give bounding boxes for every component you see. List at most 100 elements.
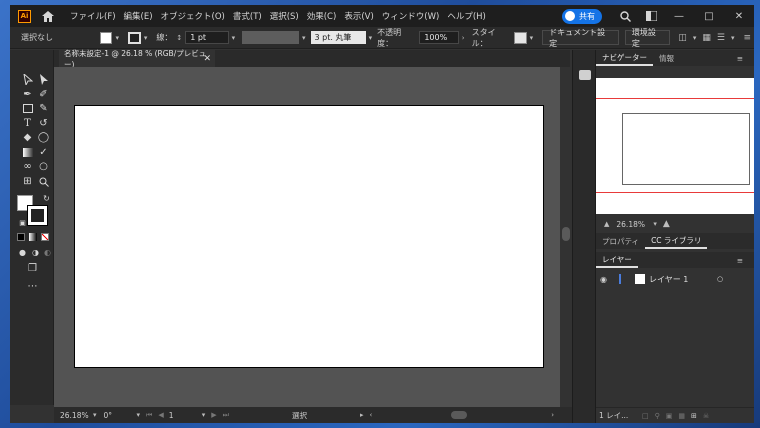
opacity-field[interactable]: 100% [419,31,459,44]
blend-tool-icon[interactable]: ∞ [21,160,34,173]
chevron-down-icon[interactable]: ▾ [144,34,148,42]
menu-help[interactable]: ヘルプ(H) [443,10,490,22]
more-tools-icon[interactable]: ⋯ [26,280,39,293]
screen-mode-icon[interactable]: ❐ [26,262,39,275]
status-menu-icon[interactable]: ▸ [360,411,364,419]
fill-swatch[interactable] [99,31,113,44]
menu-object[interactable]: オブジェクト(O) [157,10,229,22]
new-sublayer-icon[interactable]: ▦ [678,412,685,420]
canvas[interactable] [54,67,570,407]
last-artboard-icon[interactable]: ⏭ [223,411,229,420]
chevron-down-icon[interactable]: ▾ [530,34,534,42]
maximize-icon[interactable]: □ [694,11,724,22]
menu-window[interactable]: ウィンドウ(W) [378,10,444,22]
chevron-down-icon[interactable]: ▾ [302,34,306,42]
document-tab[interactable]: 名称未設定-1 @ 26.18 % (RGB/プレビュー) ✕ [59,49,215,69]
eyedropper-tool-icon[interactable]: ✓ [37,146,50,159]
workspace-icon[interactable] [644,9,658,23]
menu-effect[interactable]: 効果(C) [303,10,341,22]
zoom-out-icon[interactable]: ▲ [604,220,609,228]
tab-cc-libraries[interactable]: CC ライブラリ [645,233,708,249]
curvature-tool-icon[interactable]: ✐ [37,88,50,101]
navigator-zoom-value[interactable]: 26.18% [616,220,650,229]
prev-artboard-icon[interactable]: ◀ [158,411,163,419]
panel-menu-icon[interactable]: ≡ [731,54,749,63]
variable-width-profile[interactable] [242,31,299,44]
close-tab-icon[interactable]: ✕ [203,54,211,64]
preferences-button[interactable]: 環境設定 [624,28,671,48]
gradient-mode-icon[interactable] [29,233,37,241]
scroll-left-icon[interactable]: ‹ [369,411,372,419]
first-artboard-icon[interactable]: ⏮ [146,411,152,420]
chevron-right-icon[interactable]: › [462,34,465,42]
comments-icon[interactable] [579,70,591,80]
chevron-down-icon[interactable]: ▾ [137,411,141,419]
arrange-icon[interactable]: ☰ [717,33,725,43]
artboard-tool-icon[interactable]: ⊞ [21,175,34,188]
selection-tool-icon[interactable] [21,73,34,86]
delete-icon[interactable]: ☠ [703,412,709,420]
panel-menu-icon[interactable]: ≡ [743,33,751,43]
tab-layers[interactable]: レイヤー [596,252,638,268]
chevron-down-icon[interactable]: ▾ [369,34,373,42]
menu-edit[interactable]: 編集(E) [120,10,157,22]
draw-normal-icon[interactable]: ● [16,246,29,259]
draw-inside-icon[interactable]: ◐ [41,246,54,259]
chevron-down-icon[interactable]: ▾ [693,34,697,42]
scroll-thumb[interactable] [562,227,570,241]
vertical-scrollbar[interactable] [560,67,572,407]
type-tool-icon[interactable]: T [21,117,34,130]
brush-definition[interactable]: 3 pt. 丸筆 [310,31,366,44]
horizontal-scroll-thumb[interactable] [451,411,468,419]
layer-row[interactable]: ◉ レイヤー 1 ○ [596,271,754,287]
shape-builder-tool-icon[interactable]: ○ [37,160,50,173]
stroke-swatch[interactable] [127,31,141,44]
pen-tool-icon[interactable]: ✒ [21,88,34,101]
chevron-down-icon[interactable]: ▾ [115,34,119,42]
chevron-down-icon[interactable]: ▾ [653,220,657,228]
minimize-icon[interactable]: — [664,11,694,22]
clipping-mask-icon[interactable]: ▣ [666,412,673,420]
lasso-tool-icon[interactable]: ◯ [37,131,50,144]
visibility-eye-icon[interactable]: ◉ [600,275,607,284]
direct-selection-tool-icon[interactable] [37,73,50,86]
zoom-level[interactable]: 26.18% [60,411,90,420]
chevron-down-icon[interactable]: ▾ [93,411,97,419]
menu-type[interactable]: 書式(T) [229,10,266,22]
eraser-tool-icon[interactable]: ◆ [21,131,34,144]
home-icon[interactable] [42,10,54,22]
next-artboard-icon[interactable]: ▶ [211,411,216,419]
align-icon[interactable]: ◫ [678,33,687,43]
artboard-number[interactable]: 1 [169,411,199,420]
zoom-tool-icon[interactable] [37,175,50,188]
panel-menu-icon[interactable]: ≡ [731,256,749,265]
stepper-icon[interactable]: ↕ [176,34,182,42]
export-icon[interactable]: □ [642,412,649,420]
artboard[interactable] [74,105,544,368]
rectangle-tool-icon[interactable] [21,102,34,115]
navigator-thumbnail[interactable] [596,78,754,214]
menu-select[interactable]: 選択(S) [266,10,303,22]
new-layer-icon[interactable]: ⊞ [691,412,697,420]
document-settings-button[interactable]: ドキュメント設定 [542,28,619,48]
default-colors-icon[interactable]: ▣ [16,216,29,229]
zoom-in-icon[interactable]: ▲ [663,219,670,229]
tab-navigator[interactable]: ナビゲーター [596,50,653,66]
menu-file[interactable]: ファイル(F) [66,10,120,22]
close-icon[interactable]: ✕ [724,11,754,22]
rotation-value[interactable]: 0° [104,411,134,420]
tab-info[interactable]: 情報 [653,53,680,64]
transform-icon[interactable]: ▦ [702,33,711,43]
chevron-down-icon[interactable]: ▾ [232,34,236,42]
none-mode-icon[interactable] [41,233,49,241]
color-mode-icon[interactable] [17,233,25,241]
chevron-down-icon[interactable]: ▾ [202,411,206,419]
target-icon[interactable]: ○ [717,275,723,283]
rotate-tool-icon[interactable]: ↺ [37,117,50,130]
stroke-weight-field[interactable]: 1 pt [185,31,229,44]
locate-object-icon[interactable]: ⚲ [655,412,660,420]
gradient-tool-icon[interactable] [21,146,34,159]
menu-view[interactable]: 表示(V) [340,10,377,22]
swap-colors-icon[interactable]: ↻ [40,192,53,205]
share-button[interactable]: 共有 [562,8,602,24]
